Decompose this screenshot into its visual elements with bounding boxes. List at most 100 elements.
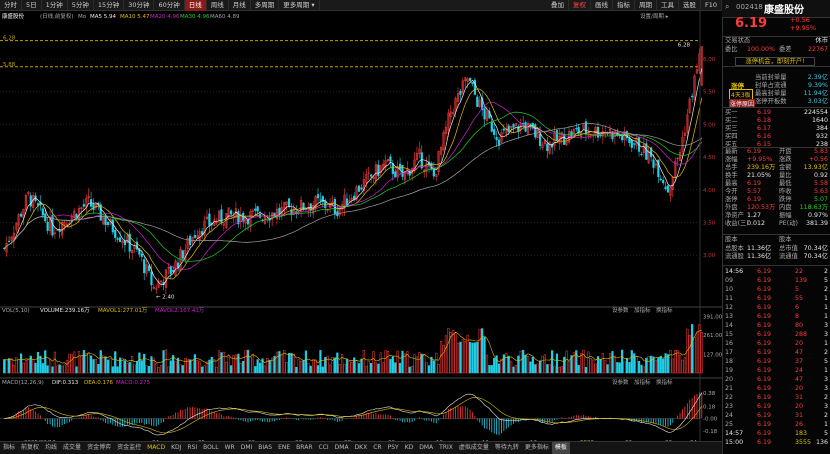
order-ratio: 委比 100.00% 委差 22767 [725,46,828,54]
bid-volume: 384 [815,125,828,132]
indicator-tab-18[interactable]: CR [370,442,384,454]
macd-axis-label: -0.18 [703,429,718,435]
sidebar-divider [723,234,830,235]
volume-bar [529,361,532,374]
indicator-tab-24[interactable]: 等待九转 [492,442,522,454]
tick-price: 6.19 [757,385,772,392]
period-tab-7[interactable]: 日线 [184,0,207,11]
quote-label: 外盘 [725,204,738,211]
indicator-tab-9[interactable]: BOLL [200,442,221,454]
candle-body [82,204,85,207]
period-tab-0[interactable]: 分时 [0,0,22,11]
indicator-tab-8[interactable]: RSI [184,442,200,454]
bid-volume: 1640 [811,117,828,124]
volume-bar [145,365,148,374]
bid-row-1: 买二 6.18 1640 [725,117,828,125]
volume-bar [671,358,674,374]
period-tab-3[interactable]: 5分钟 [68,0,94,11]
volume-bar [510,360,513,374]
candle-body [111,219,114,233]
indicator-tab-25[interactable]: 更多指标 [522,442,552,454]
period-tab-6[interactable]: 60分钟 [154,0,185,11]
volume-bar [300,360,303,374]
wei-cha-value: 22767 [807,46,828,53]
period-tab-2[interactable]: 1分钟 [42,0,68,11]
toolbar-tool-3[interactable]: 指标 [613,0,635,11]
volume-bar [143,353,146,374]
bid-row-3: 买四 6.16 932 [725,133,828,141]
volume-bar [75,366,78,374]
volume-bar [365,365,368,374]
candle-body [99,204,102,221]
indicator-tab-12[interactable]: BIAS [255,442,275,454]
volume-bar [423,353,426,374]
indicator-tab-5[interactable]: 资金监控 [114,442,144,454]
volume-bar [336,352,339,374]
volume-bar [483,337,486,374]
volume-bar [616,362,619,374]
quote-value: 0.92 [813,172,828,179]
candle-body [370,174,373,177]
indicator-tab-4[interactable]: 资金博弈 [84,442,114,454]
candle-body [664,186,667,190]
period-tab-10[interactable]: 多周期 [251,0,280,11]
tick-row-4: 12 6.19 6 1 [725,304,828,312]
indicator-tab-20[interactable]: KD [402,442,417,454]
candle-body [140,253,143,257]
capital-header: 股本 股本 [725,236,828,244]
toolbar-tool-4[interactable]: 周期 [635,0,657,11]
period-tab-5[interactable]: 30分钟 [124,0,155,11]
volume-bar [693,337,696,374]
volume-bar [287,353,291,374]
tick-row-12: 20 6.19 47 3 [725,376,828,384]
indicator-tab-2[interactable]: 均线 [42,442,60,454]
tick-row-17: 25 6.19 26 1 [725,421,828,429]
kline-chart[interactable]: 6.00 5.50 5.00 4.50 4.00 3.50 3.00 6.28 5.88 6.28… [0,11,722,441]
indicator-tab-0[interactable]: 指标 [0,442,18,454]
volume-bar [604,360,607,374]
period-tab-11[interactable]: 更多周期 ▾ [279,0,320,11]
indicator-tab-1[interactable]: 前复权 [18,442,42,454]
indicator-tab-14[interactable]: BRAR [293,442,315,454]
indicator-tab-7[interactable]: KDJ [168,442,184,454]
volume-bar [321,366,324,374]
indicator-tab-10[interactable]: WR [222,442,238,454]
period-tab-1[interactable]: 5日 [22,0,42,11]
toolbar-extra-0[interactable]: 选股 [679,0,701,11]
dif-line [4,392,703,436]
indicator-tab-13[interactable]: ENE [275,442,293,454]
indicator-tab-11[interactable]: DMI [238,442,256,454]
candle-body [377,164,380,177]
toolbar-tool-2[interactable]: 画线 [591,0,613,11]
candle-body [20,213,23,217]
tick-row-11: 19 6.19 24 1 [725,367,828,375]
open-account-banner[interactable]: 涨停机会，即刻开户! [735,57,815,66]
indicator-tab-22[interactable]: TRIX [436,442,456,454]
period-tab-4[interactable]: 15分钟 [94,0,125,11]
indicator-tab-6[interactable]: MACD [144,442,168,454]
indicator-tab-23[interactable]: 虚拟成交量 [456,442,492,454]
tick-row-16: 24 6.19 31 2 [725,412,828,420]
indicator-tab-21[interactable]: DMA [416,442,436,454]
toolbar-tool-1[interactable]: 复权 [569,0,591,11]
volume-bar [201,366,204,374]
indicator-tab-3[interactable]: 成交量 [60,442,84,454]
toolbar-tool-5[interactable]: 工具 [657,0,679,11]
quote-row-5: 今开 5.57 昨收 5.63 [725,188,828,196]
volume-bar [553,366,556,374]
indicator-tab-19[interactable]: PSY [385,442,402,454]
indicator-tab-17[interactable]: DKX [352,442,371,454]
volume-bar [123,360,126,374]
period-tab-9[interactable]: 月线 [229,0,251,11]
search-icon[interactable]: ⌕ [725,2,729,12]
indicator-tab-26[interactable]: 模板 [551,442,570,454]
indicator-tab-16[interactable]: DMA [332,442,352,454]
period-tab-8[interactable]: 周线 [207,0,229,11]
toolbar-tool-0[interactable]: 叠加 [547,0,569,11]
tick-row-14: 22 6.19 31 2 [725,394,828,402]
chart-header-item-1: (日线,前复权) [40,12,74,20]
toolbar-extra-1[interactable]: F10 [701,0,722,11]
tick-count: 3 [823,376,828,383]
indicator-tab-15[interactable]: CCI [316,442,332,454]
volume-bar [46,365,49,374]
